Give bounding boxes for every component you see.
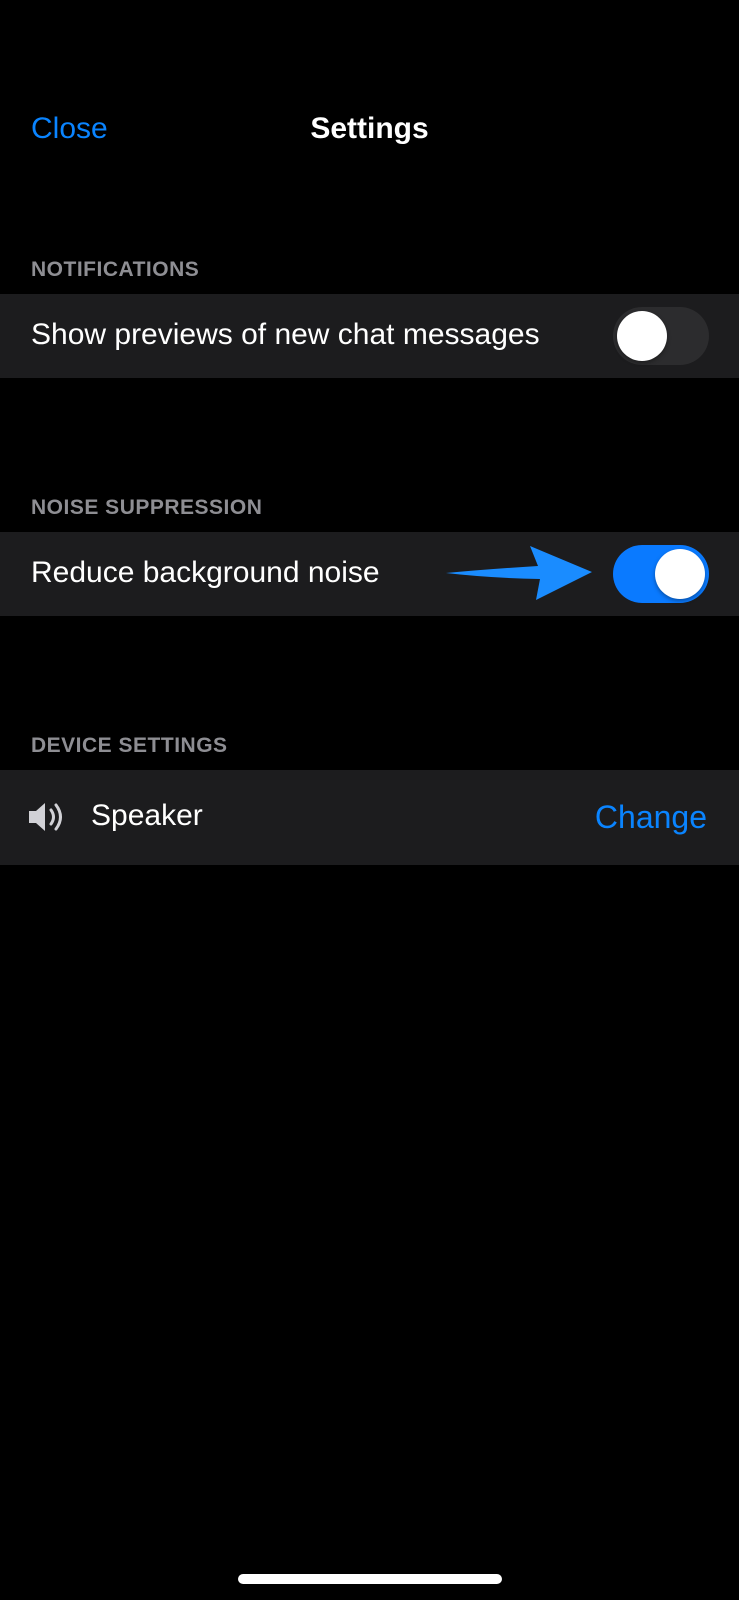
reduce-noise-label: Reduce background noise	[31, 556, 380, 589]
toggle-knob	[655, 549, 705, 599]
section-header-notifications: NOTIFICATIONS	[31, 258, 200, 281]
previews-label: Show previews of new chat messages	[31, 318, 540, 351]
change-device-button[interactable]: Change	[595, 799, 707, 836]
section-header-noise-suppression: NOISE SUPPRESSION	[31, 496, 263, 519]
speaker-label: Speaker	[91, 799, 203, 832]
settings-screen: Close Settings NOTIFICATIONS Show previe…	[0, 0, 739, 1600]
reduce-noise-toggle[interactable]	[613, 545, 709, 603]
navigation-bar: Close Settings	[0, 100, 739, 164]
speaker-icon	[29, 803, 62, 831]
section-header-device-settings: DEVICE SETTINGS	[31, 734, 228, 757]
toggle-knob	[617, 311, 667, 361]
arrow-icon	[446, 546, 592, 600]
notifications-previews-row: Show previews of new chat messages	[0, 294, 739, 378]
device-speaker-row: Speaker Change	[0, 770, 739, 865]
page-title: Settings	[310, 112, 429, 145]
home-indicator[interactable]	[238, 1574, 502, 1584]
previews-toggle[interactable]	[613, 307, 709, 365]
noise-suppression-row: Reduce background noise	[0, 532, 739, 616]
